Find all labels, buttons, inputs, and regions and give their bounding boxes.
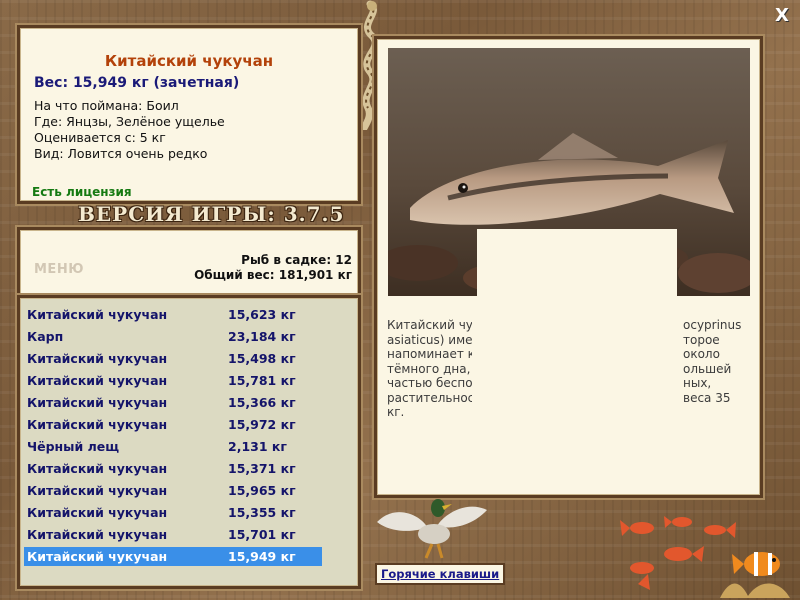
- fish-photo-panel: Китайский чу asiaticus) име напоминает к тё…: [374, 36, 763, 498]
- catch-list-row[interactable]: Карп 23,184 кг: [24, 327, 322, 346]
- catch-fish-weight: 15,623 кг: [228, 307, 296, 322]
- menu-button[interactable]: МЕНЮ: [34, 262, 84, 277]
- description-overlay-blank: [472, 315, 677, 411]
- catch-fish-weight: 2,131 кг: [228, 439, 287, 454]
- description-line-right: веса 35: [683, 390, 731, 405]
- keepnet-count: Рыб в садке: 12: [241, 253, 352, 267]
- catch-fish-weight: 15,498 кг: [228, 351, 296, 366]
- catch-fish-weight: 15,781 кг: [228, 373, 296, 388]
- description-line-right: ных,: [683, 376, 712, 390]
- catch-list-row[interactable]: Китайский чукучан 15,701 кг: [24, 525, 322, 544]
- catch-fish-name: Китайский чукучан: [27, 461, 168, 476]
- catch-fish-name: Китайский чукучан: [27, 549, 168, 564]
- hotkeys-button[interactable]: Горячие клавиши: [375, 563, 506, 585]
- catch-fish-name: Карп: [27, 329, 64, 344]
- catch-fish-name: Китайский чукучан: [27, 395, 168, 410]
- close-button[interactable]: X: [772, 6, 792, 26]
- fish-info-panel: Китайский чукучан Вес: 15,949 кг (зачетн…: [17, 25, 361, 204]
- catch-list-row[interactable]: Китайский чукучан 15,498 кг: [24, 349, 322, 368]
- catch-fish-name: Китайский чукучан: [27, 527, 168, 542]
- catch-fish-name: Китайский чукучан: [27, 351, 168, 366]
- rarity-line: Вид: Ловится очень редко: [34, 146, 208, 161]
- catch-fish-name: Китайский чукучан: [27, 417, 168, 432]
- catch-fish-weight: 15,965 кг: [228, 483, 296, 498]
- catch-fish-name: Китайский чукучан: [27, 505, 168, 520]
- bait-line: На что поймана: Боил: [34, 98, 179, 113]
- catch-fish-weight: 15,355 кг: [228, 505, 296, 520]
- catch-list-row[interactable]: Китайский чукучан 15,371 кг: [24, 459, 322, 478]
- catch-fish-weight: 15,701 кг: [228, 527, 296, 542]
- catch-fish-weight: 23,184 кг: [228, 329, 296, 344]
- keepnet-summary-panel: МЕНЮ Рыб в садке: 12 Общий вес: 181,901 …: [17, 227, 361, 299]
- license-status: Есть лицензия: [32, 185, 132, 199]
- game-version: ВЕРСИЯ ИГРЫ: 3.7.5: [78, 202, 345, 226]
- catch-list-row[interactable]: Китайский чукучан 15,972 кг: [24, 415, 322, 434]
- description-line-right: ольшей: [683, 361, 732, 376]
- fish-title: Китайский чукучан: [104, 52, 274, 70]
- catch-list-row[interactable]: Китайский чукучан 15,366 кг: [24, 393, 322, 412]
- fish-description-right: ocyprinus торое около ольшей ных, веса 35: [683, 318, 741, 405]
- duck-decoration-icon: [377, 499, 487, 559]
- catch-list[interactable]: Китайский чукучан 15,623 кг Карп 23,184 кг К…: [17, 295, 361, 589]
- catch-fish-weight: 15,371 кг: [228, 461, 296, 476]
- catch-list-row[interactable]: Чёрный лещ 2,131 кг: [24, 437, 322, 456]
- catch-list-row[interactable]: Китайский чукучан 15,623 кг: [24, 305, 322, 324]
- catch-fish-name: Китайский чукучан: [27, 373, 168, 388]
- catch-list-row[interactable]: Китайский чукучан 15,949 кг: [24, 547, 322, 566]
- goldfish-decoration-icon: [620, 516, 790, 598]
- catch-fish-name: Китайский чукучан: [27, 483, 168, 498]
- catch-list-row[interactable]: Китайский чукучан 15,355 кг: [24, 503, 322, 522]
- catch-fish-weight: 15,972 кг: [228, 417, 296, 432]
- catch-fish-weight: 15,949 кг: [228, 549, 296, 564]
- catch-fish-name: Чёрный лещ: [27, 439, 120, 454]
- description-line-right: торое: [683, 332, 720, 347]
- photo-overlay-blank: [477, 229, 677, 309]
- rated-line: Оценивается с: 5 кг: [34, 130, 166, 145]
- description-line-right: около: [683, 347, 720, 361]
- catch-fish-weight: 15,366 кг: [228, 395, 296, 410]
- catch-list-row[interactable]: Китайский чукучан 15,781 кг: [24, 371, 322, 390]
- fish-weight: Вес: 15,949 кг (зачетная): [34, 75, 240, 91]
- keepnet-total-weight: Общий вес: 181,901 кг: [194, 268, 352, 282]
- location-line: Где: Янцзы, Зелёное ущелье: [34, 114, 225, 129]
- description-line-right: ocyprinus: [683, 318, 742, 332]
- catch-fish-name: Китайский чукучан: [27, 307, 168, 322]
- catch-list-row[interactable]: Китайский чукучан 15,965 кг: [24, 481, 322, 500]
